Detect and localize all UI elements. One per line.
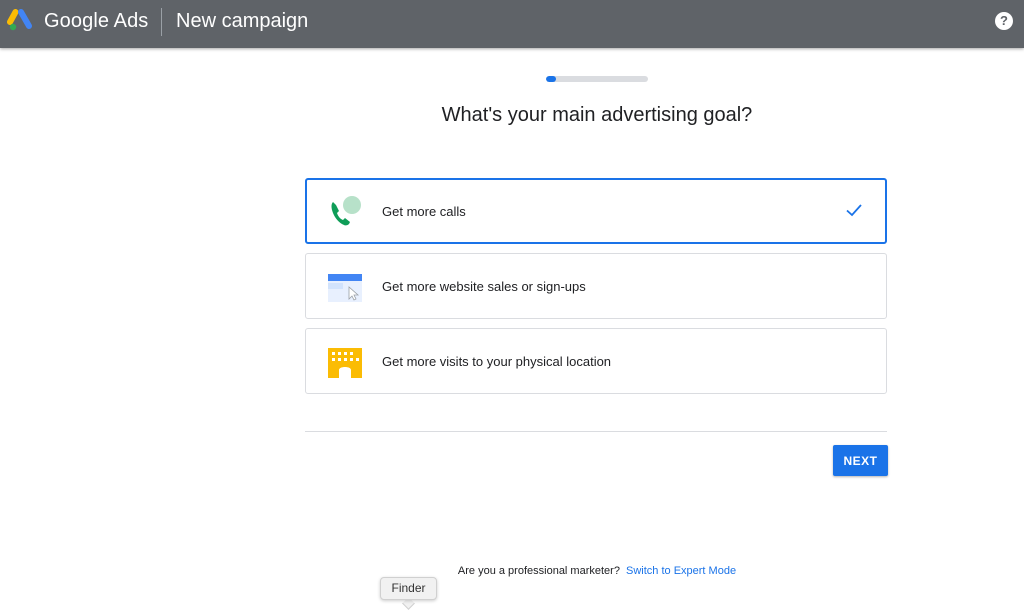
goal-option-website[interactable]: Get more website sales or sign-ups <box>305 253 887 319</box>
goal-option-label: Get more visits to your physical locatio… <box>382 354 612 369</box>
finder-tooltip: Finder <box>380 577 437 600</box>
website-browser-icon <box>328 274 362 302</box>
help-icon[interactable]: ? <box>995 12 1013 30</box>
switch-to-expert-mode-link[interactable]: Switch to Expert Mode <box>626 565 736 577</box>
progress-bar <box>546 76 648 82</box>
checkmark-icon <box>846 204 862 217</box>
goal-option-store-visits[interactable]: Get more visits to your physical locatio… <box>305 328 887 394</box>
progress-fill <box>546 76 557 82</box>
goal-option-label: Get more calls <box>382 204 466 219</box>
section-divider <box>305 431 887 432</box>
header-divider <box>161 8 162 36</box>
next-button[interactable]: NEXT <box>833 445 888 476</box>
goal-option-label: Get more website sales or sign-ups <box>382 279 586 294</box>
expert-mode-prompt: Are you a professional marketer? Switch … <box>0 565 1024 577</box>
goal-question-heading: What's your main advertising goal? <box>441 104 753 126</box>
app-header: Google Ads New campaign ? <box>0 0 1024 48</box>
phone-call-icon <box>331 196 361 226</box>
google-ads-logo-icon[interactable] <box>7 9 35 33</box>
page-title: New campaign <box>176 10 309 32</box>
storefront-building-icon <box>328 348 362 378</box>
expert-mode-question: Are you a professional marketer? <box>457 565 620 577</box>
goal-option-calls[interactable]: Get more calls <box>305 178 887 244</box>
brand-name[interactable]: Google Ads <box>44 10 148 33</box>
